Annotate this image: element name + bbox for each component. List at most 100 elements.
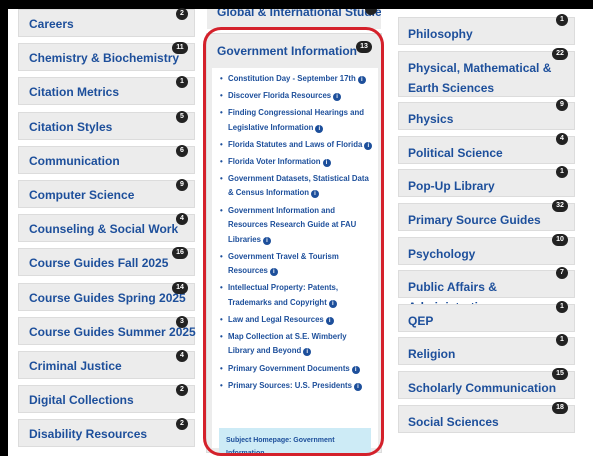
count-badge: 4 (176, 213, 188, 226)
guide-link[interactable]: Law and Legal Resourcesi (220, 313, 374, 328)
info-circle-icon[interactable]: i (333, 93, 342, 102)
count-badge: 1 (556, 334, 568, 347)
info-circle-icon[interactable]: i (351, 365, 360, 374)
guide-link[interactable]: Map Collection at S.E. Wimberly Library … (220, 330, 374, 359)
category-label: Political Science (408, 145, 503, 160)
category-course-guides-summer[interactable]: Course Guides Summer 2025 3 (18, 315, 196, 345)
category-primary-source-guides[interactable]: Primary Source Guides 32 (398, 199, 575, 231)
category-course-guides-fall[interactable]: Course Guides Fall 2025 16 (18, 247, 195, 277)
category-label: Social Sciences (408, 414, 499, 429)
category-label: Computer Science (29, 187, 135, 202)
guide-link[interactable]: Government Travel & Tourism Resourcesi (220, 250, 374, 279)
left-category-column: Careers 2 Chemistry & Biochemistry 11 Cita… (18, 8, 196, 453)
count-badge: 1 (556, 166, 568, 179)
category-label: Communication (29, 153, 120, 168)
category-scholarly-communication[interactable]: Scholarly Communication 15 (398, 367, 575, 399)
guide-label: Map Collection at S.E. Wimberly Library … (228, 331, 347, 356)
info-circle-icon[interactable]: i (328, 299, 337, 308)
count-badge: 2 (176, 8, 188, 20)
guide-label: Government Travel & Tourism Resources (228, 251, 339, 276)
category-criminal-justice[interactable]: Criminal Justice 4 (18, 349, 195, 379)
count-badge: 1 (556, 14, 568, 26)
government-information-heading[interactable]: Government Information (217, 44, 357, 58)
guide-label: Primary Government Documents (228, 363, 350, 373)
category-pop-up-library[interactable]: Pop-Up Library 1 (398, 166, 575, 198)
info-circle-icon[interactable]: i (315, 124, 324, 133)
category-social-sciences[interactable]: Social Sciences 18 (398, 401, 575, 433)
guide-link[interactable]: Finding Congressional Hearings and Legis… (220, 106, 374, 135)
guide-label: Primary Sources: U.S. Presidents (228, 380, 352, 390)
category-label: Citation Metrics (29, 85, 120, 100)
count-badge: 15 (552, 367, 568, 380)
guide-link[interactable]: Florida Voter Informationi (220, 155, 374, 170)
info-circle-icon[interactable]: i (364, 141, 373, 150)
category-label: Religion (408, 347, 456, 362)
category-global-international-studies[interactable]: Global & International Studies (207, 9, 381, 29)
category-chemistry[interactable]: Chemistry & Biochemistry 11 (18, 42, 195, 72)
count-badge: 4 (556, 132, 568, 145)
category-label: Digital Collections (29, 393, 134, 408)
category-careers[interactable]: Careers 2 (18, 8, 195, 37)
guide-link[interactable]: Government Information and Resources Res… (220, 204, 374, 248)
info-circle-icon[interactable]: i (325, 316, 334, 325)
category-philosophy[interactable]: Philosophy 1 (398, 14, 575, 45)
category-label: Scholarly Communication (408, 380, 557, 395)
category-label: Disability Resources (29, 427, 148, 442)
category-computer-science[interactable]: Computer Science 9 (18, 178, 195, 208)
right-category-column: Philosophy 1 Physical, Mathematical & Ear… (398, 14, 575, 438)
info-circle-icon[interactable]: i (303, 348, 312, 357)
guide-link[interactable]: Discover Florida Resourcesi (220, 89, 374, 104)
guide-link[interactable]: Primary Sources: U.S. Presidentsi (220, 379, 374, 394)
category-label: Course Guides Spring 2025 (29, 290, 186, 305)
info-circle-icon[interactable]: i (322, 158, 331, 167)
guide-link[interactable]: Constitution Day - September 17thi (220, 72, 374, 87)
count-badge: 1 (176, 76, 188, 89)
category-label: Global & International Studies (217, 9, 381, 19)
count-badge: 1 (556, 300, 568, 313)
guide-label: Florida Statutes and Laws of Florida (228, 139, 363, 149)
category-label: Careers (29, 17, 74, 31)
category-qep[interactable]: QEP 1 (398, 300, 575, 332)
category-label: Course Guides Fall 2025 (29, 256, 169, 271)
guide-link[interactable]: Florida Statutes and Laws of Floridai (220, 138, 374, 153)
count-badge: 11 (172, 42, 188, 55)
category-political-science[interactable]: Political Science 4 (398, 132, 575, 164)
category-counseling[interactable]: Counseling & Social Work 4 (18, 213, 195, 243)
info-circle-icon[interactable]: i (353, 382, 362, 391)
count-badge: 5 (176, 110, 188, 123)
category-public-affairs[interactable]: Public Affairs & Administration7 (398, 267, 575, 314)
category-disability-resources[interactable]: Disability Resources 2 (18, 418, 195, 448)
info-circle-icon[interactable]: i (311, 190, 320, 199)
guide-label: Finding Congressional Hearings and Legis… (228, 108, 365, 132)
category-digital-collections[interactable]: Digital Collections 2 (18, 384, 195, 414)
category-communication[interactable]: Communication 6 (18, 144, 195, 174)
count-badge: 9 (556, 99, 568, 112)
category-psychology[interactable]: Psychology 10 (398, 233, 575, 265)
info-circle-icon[interactable]: i (262, 236, 271, 245)
category-physical-math-earth[interactable]: Physical, Mathematical & Earth Sciences 2… (398, 47, 575, 97)
guide-label: Discover Florida Resources (228, 91, 332, 101)
guide-label: Constitution Day - September 17th (228, 74, 356, 83)
guide-label: Law and Legal Resources (228, 314, 324, 324)
category-label: Citation Styles (29, 119, 113, 134)
category-label: Course Guides Summer 2025 (29, 324, 196, 339)
subject-homepage-link[interactable]: Subject Homepage: Government Information (219, 428, 371, 456)
category-citation-metrics[interactable]: Citation Metrics 1 (18, 76, 195, 106)
guide-link[interactable]: Government Datasets, Statistical Data & … (220, 172, 374, 201)
category-citation-styles[interactable]: Citation Styles 5 (18, 110, 195, 140)
category-course-guides-spring[interactable]: Course Guides Spring 2025 14 (18, 281, 195, 311)
category-label: Philosophy (408, 27, 473, 41)
count-badge: 13 (356, 41, 372, 53)
guide-link[interactable]: Intellectual Property: Patents, Trademar… (220, 281, 374, 310)
category-physics[interactable]: Physics 9 (398, 99, 575, 131)
info-circle-icon[interactable]: i (269, 268, 278, 277)
count-badge: 14 (172, 281, 188, 294)
category-religion[interactable]: Religion 1 (398, 334, 575, 366)
count-badge: 32 (552, 199, 568, 212)
count-badge: 3 (176, 315, 188, 328)
count-badge: 22 (552, 47, 568, 60)
guide-link[interactable]: Primary Government Documentsi (220, 362, 374, 377)
category-label: Pop-Up Library (408, 179, 495, 194)
left-border (0, 0, 8, 456)
info-circle-icon[interactable]: i (357, 76, 366, 84)
